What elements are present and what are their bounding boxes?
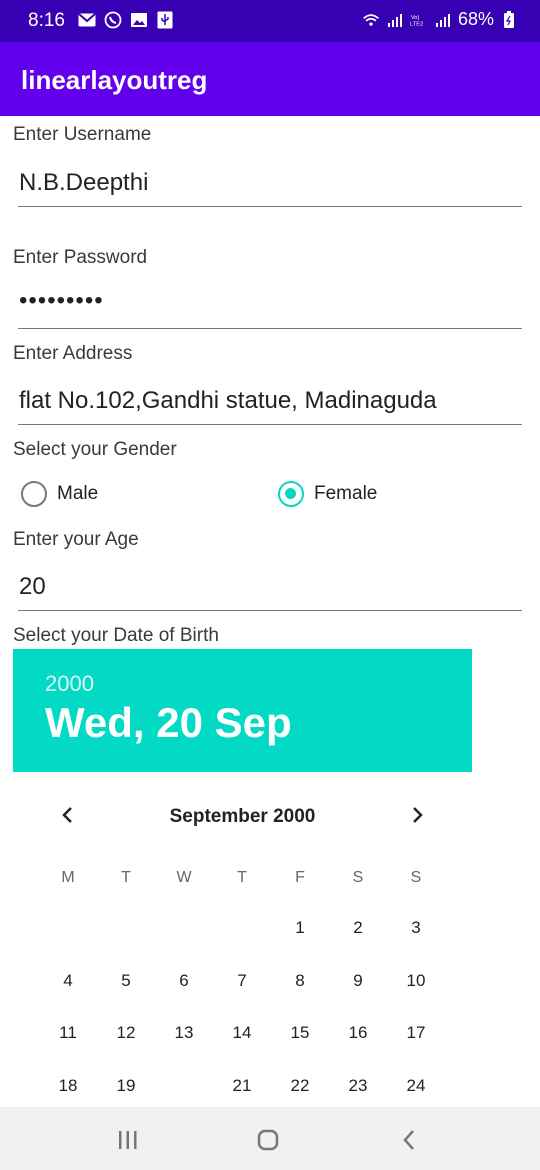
age-label: Enter your Age	[13, 529, 139, 550]
next-month-button[interactable]	[402, 800, 432, 830]
calendar-day[interactable]: 24	[387, 1060, 445, 1112]
age-value: 20	[19, 573, 46, 600]
weekday-label: T	[237, 869, 247, 886]
weekday-label: F	[295, 869, 305, 886]
calendar-day	[213, 902, 271, 954]
weekday-label: M	[61, 869, 75, 886]
password-field[interactable]: •••••••••	[18, 281, 522, 329]
address-value: flat No.102,Gandhi statue, Madinaguda	[19, 387, 437, 414]
notification-icons	[78, 11, 174, 29]
date-picker-selected-date: Wed, 20 Sep	[45, 699, 292, 746]
recent-apps-button[interactable]	[113, 1125, 143, 1155]
date-picker-header: 2000 Wed, 20 Sep	[13, 649, 472, 772]
weekday-label: S	[410, 869, 422, 886]
back-button[interactable]	[394, 1125, 424, 1155]
calendar-day[interactable]: 13	[155, 1007, 213, 1059]
password-value: •••••••••	[19, 287, 104, 314]
radio-female-indicator[interactable]	[278, 481, 304, 507]
battery-percent: 68%	[457, 9, 494, 29]
calendar-day[interactable]: 21	[213, 1060, 271, 1112]
calendar-day[interactable]: 17	[387, 1007, 445, 1059]
calendar-day	[39, 902, 97, 954]
weekday-label: W	[176, 869, 192, 886]
date-picker-year[interactable]: 2000	[45, 671, 94, 697]
battery-icon	[500, 10, 518, 29]
svg-text:LTE2: LTE2	[410, 21, 423, 27]
signal-icon	[434, 11, 452, 29]
chevron-right-icon	[413, 807, 423, 823]
wifi-icon	[362, 11, 380, 29]
calendar-day[interactable]: 7	[213, 955, 271, 1007]
calendar-month-label: September 2000	[169, 806, 316, 827]
status-time: 8:16	[28, 10, 65, 31]
calendar-day[interactable]: 18	[39, 1060, 97, 1112]
weekday-header-row: M T W T F S S	[39, 860, 445, 896]
previous-month-button[interactable]	[53, 800, 83, 830]
username-field[interactable]: N.B.Deepthi	[18, 159, 522, 207]
calendar-day	[97, 902, 155, 954]
volte-icon: Vo) LTE2	[410, 11, 428, 29]
radio-female[interactable]: Female	[278, 481, 377, 507]
status-bar: 8:16 Vo) LTE2 68%	[0, 0, 540, 42]
app-bar: linearlayoutreg	[0, 42, 540, 116]
system-nav-bar	[0, 1107, 540, 1170]
address-field[interactable]: flat No.102,Gandhi statue, Madinaguda	[18, 377, 522, 425]
calendar-week: 1 2 3	[39, 902, 445, 955]
calendar-day	[155, 902, 213, 954]
home-button[interactable]	[253, 1125, 283, 1155]
calendar-grid: M T W T F S S 1 2 3 4 5 6 7 8 9 10 11 12…	[39, 860, 445, 1112]
usb-icon	[156, 11, 174, 29]
app-title: linearlayoutreg	[21, 65, 208, 95]
radio-male[interactable]: Male	[21, 481, 98, 507]
weekday-label: T	[121, 869, 131, 886]
calendar-day[interactable]: 5	[97, 955, 155, 1007]
calendar-day[interactable]: 8	[271, 955, 329, 1007]
chevron-left-icon	[62, 807, 72, 823]
calendar-day[interactable]: 19	[97, 1060, 155, 1112]
status-right: Vo) LTE2 68%	[362, 9, 518, 30]
calendar-day[interactable]: 12	[97, 1007, 155, 1059]
radio-female-label: Female	[314, 483, 378, 504]
gmail-icon	[78, 11, 96, 29]
calendar-day[interactable]: 22	[271, 1060, 329, 1112]
calendar-week: 18 19 20 21 22 23 24	[39, 1059, 445, 1113]
calendar-day[interactable]: 14	[213, 1007, 271, 1059]
radio-male-label: Male	[57, 483, 99, 504]
calendar-day[interactable]: 6	[155, 955, 213, 1007]
calendar-week: 11 12 13 14 15 16 17	[39, 1007, 445, 1060]
svg-text:Vo): Vo)	[411, 15, 420, 21]
calendar-week: 4 5 6 7 8 9 10	[39, 955, 445, 1008]
dob-label: Select your Date of Birth	[13, 625, 219, 646]
address-label: Enter Address	[13, 343, 133, 364]
home-icon	[257, 1129, 279, 1151]
calendar-day-selected[interactable]: 20	[155, 1059, 213, 1112]
calendar-day[interactable]: 2	[329, 902, 387, 954]
gender-label: Select your Gender	[13, 439, 177, 460]
gallery-icon	[130, 11, 148, 29]
radio-male-indicator[interactable]	[21, 481, 47, 507]
calendar-day[interactable]: 9	[329, 955, 387, 1007]
calendar-day[interactable]: 4	[39, 955, 97, 1007]
calendar-day[interactable]: 11	[39, 1007, 97, 1059]
recent-apps-icon	[119, 1131, 137, 1149]
signal-icon	[386, 11, 404, 29]
calendar-day[interactable]: 23	[329, 1060, 387, 1112]
username-value: N.B.Deepthi	[19, 169, 149, 196]
weekday-label: S	[352, 869, 364, 886]
whatsapp-icon	[104, 11, 122, 29]
calendar-day[interactable]: 10	[387, 955, 445, 1007]
calendar-day[interactable]: 15	[271, 1007, 329, 1059]
password-label: Enter Password	[13, 247, 148, 268]
age-field[interactable]: 20	[18, 563, 522, 611]
username-label: Enter Username	[13, 124, 152, 145]
calendar-day[interactable]: 1	[271, 902, 329, 954]
calendar-day[interactable]: 16	[329, 1007, 387, 1059]
back-icon	[403, 1130, 414, 1150]
calendar-day[interactable]: 3	[387, 902, 445, 954]
